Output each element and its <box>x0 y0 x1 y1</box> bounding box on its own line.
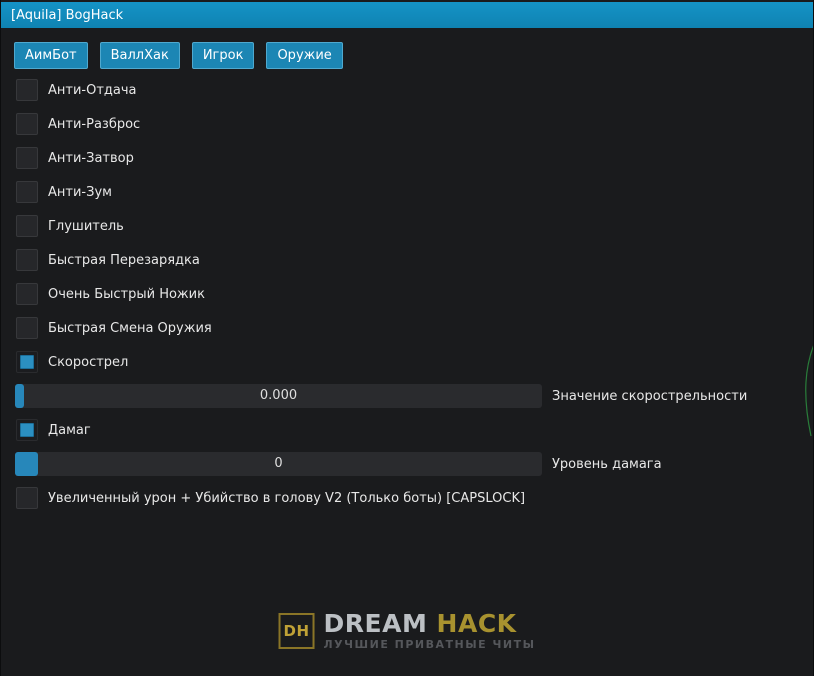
checkbox-anti-bolt[interactable] <box>16 147 38 169</box>
checkbox-anti-spread[interactable] <box>16 113 38 135</box>
option-row-anti-recoil: Анти-Отдача <box>1 73 813 107</box>
slider-caption: Значение скорострельности <box>552 389 747 404</box>
options-list: Анти-Отдача Анти-Разброс Анти-Затвор Ант… <box>1 73 813 515</box>
option-row-fast-knife: Очень Быстрый Ножик <box>1 277 813 311</box>
option-row-bonus-damage: Увеличенный урон + Убийство в голову V2 … <box>1 481 813 515</box>
checkbox-rapid-fire[interactable] <box>16 351 38 373</box>
option-label: Увеличенный урон + Убийство в голову V2 … <box>48 491 525 506</box>
watermark-brand-secondary: HACK <box>437 609 517 638</box>
damage-slider-row: 0 Уровень дамага <box>1 447 813 481</box>
checkmark-fill <box>20 355 34 369</box>
option-row-fast-reload: Быстрая Перезарядка <box>1 243 813 277</box>
checkbox-anti-zoom[interactable] <box>16 181 38 203</box>
option-label: Быстрая Перезарядка <box>48 253 200 268</box>
option-row-anti-spread: Анти-Разброс <box>1 107 813 141</box>
option-label: Анти-Зум <box>48 185 112 200</box>
checkmark-fill <box>20 423 34 437</box>
watermark-tagline: ЛУЧШИЕ ПРИВАТНЫЕ ЧИТЫ <box>324 638 536 651</box>
watermark-brand: DREAM HACK <box>324 611 536 636</box>
checkbox-anti-recoil[interactable] <box>16 79 38 101</box>
dreamhack-logo-icon: DH <box>279 613 315 649</box>
option-label: Дамаг <box>48 423 91 438</box>
option-row-silencer: Глушитель <box>1 209 813 243</box>
rapid-fire-slider-row: 0.000 Значение скорострельности <box>1 379 813 413</box>
option-label: Очень Быстрый Ножик <box>48 287 205 302</box>
option-row-fast-switch: Быстрая Смена Оружия <box>1 311 813 345</box>
option-label: Анти-Отдача <box>48 83 137 98</box>
option-label: Быстрая Смена Оружия <box>48 321 212 336</box>
option-label: Глушитель <box>48 219 124 234</box>
option-row-anti-zoom: Анти-Зум <box>1 175 813 209</box>
checkbox-fast-knife[interactable] <box>16 283 38 305</box>
option-row-anti-bolt: Анти-Затвор <box>1 141 813 175</box>
tab-wallhack[interactable]: ВаллХак <box>100 42 180 69</box>
damage-slider[interactable]: 0 <box>15 452 542 476</box>
tab-player[interactable]: Игрок <box>192 42 255 69</box>
option-row-rapid-fire: Скорострел <box>1 345 813 379</box>
slider-value: 0.000 <box>15 384 542 408</box>
option-label: Анти-Разброс <box>48 117 140 132</box>
watermark-brand-primary: DREAM <box>324 609 428 638</box>
cheat-menu-window: [Aquila] BogHack АимБот ВаллХак Игрок Ор… <box>0 0 814 676</box>
rapid-fire-slider[interactable]: 0.000 <box>15 384 542 408</box>
option-row-damage: Дамаг <box>1 413 813 447</box>
checkbox-fast-reload[interactable] <box>16 249 38 271</box>
window-title: [Aquila] BogHack <box>11 8 123 23</box>
checkbox-damage[interactable] <box>16 419 38 441</box>
slider-caption: Уровень дамага <box>552 457 662 472</box>
watermark: DH DREAM HACK ЛУЧШИЕ ПРИВАТНЫЕ ЧИТЫ <box>279 611 536 651</box>
tab-aimbot[interactable]: АимБот <box>14 42 88 69</box>
slider-value: 0 <box>15 452 542 476</box>
tab-bar: АимБот ВаллХак Игрок Оружие <box>14 42 343 69</box>
tab-weapon[interactable]: Оружие <box>266 42 342 69</box>
checkbox-bonus-damage[interactable] <box>16 487 38 509</box>
titlebar[interactable]: [Aquila] BogHack <box>1 2 813 28</box>
checkbox-fast-switch[interactable] <box>16 317 38 339</box>
checkbox-silencer[interactable] <box>16 215 38 237</box>
option-label: Анти-Затвор <box>48 151 134 166</box>
option-label: Скорострел <box>48 355 128 370</box>
